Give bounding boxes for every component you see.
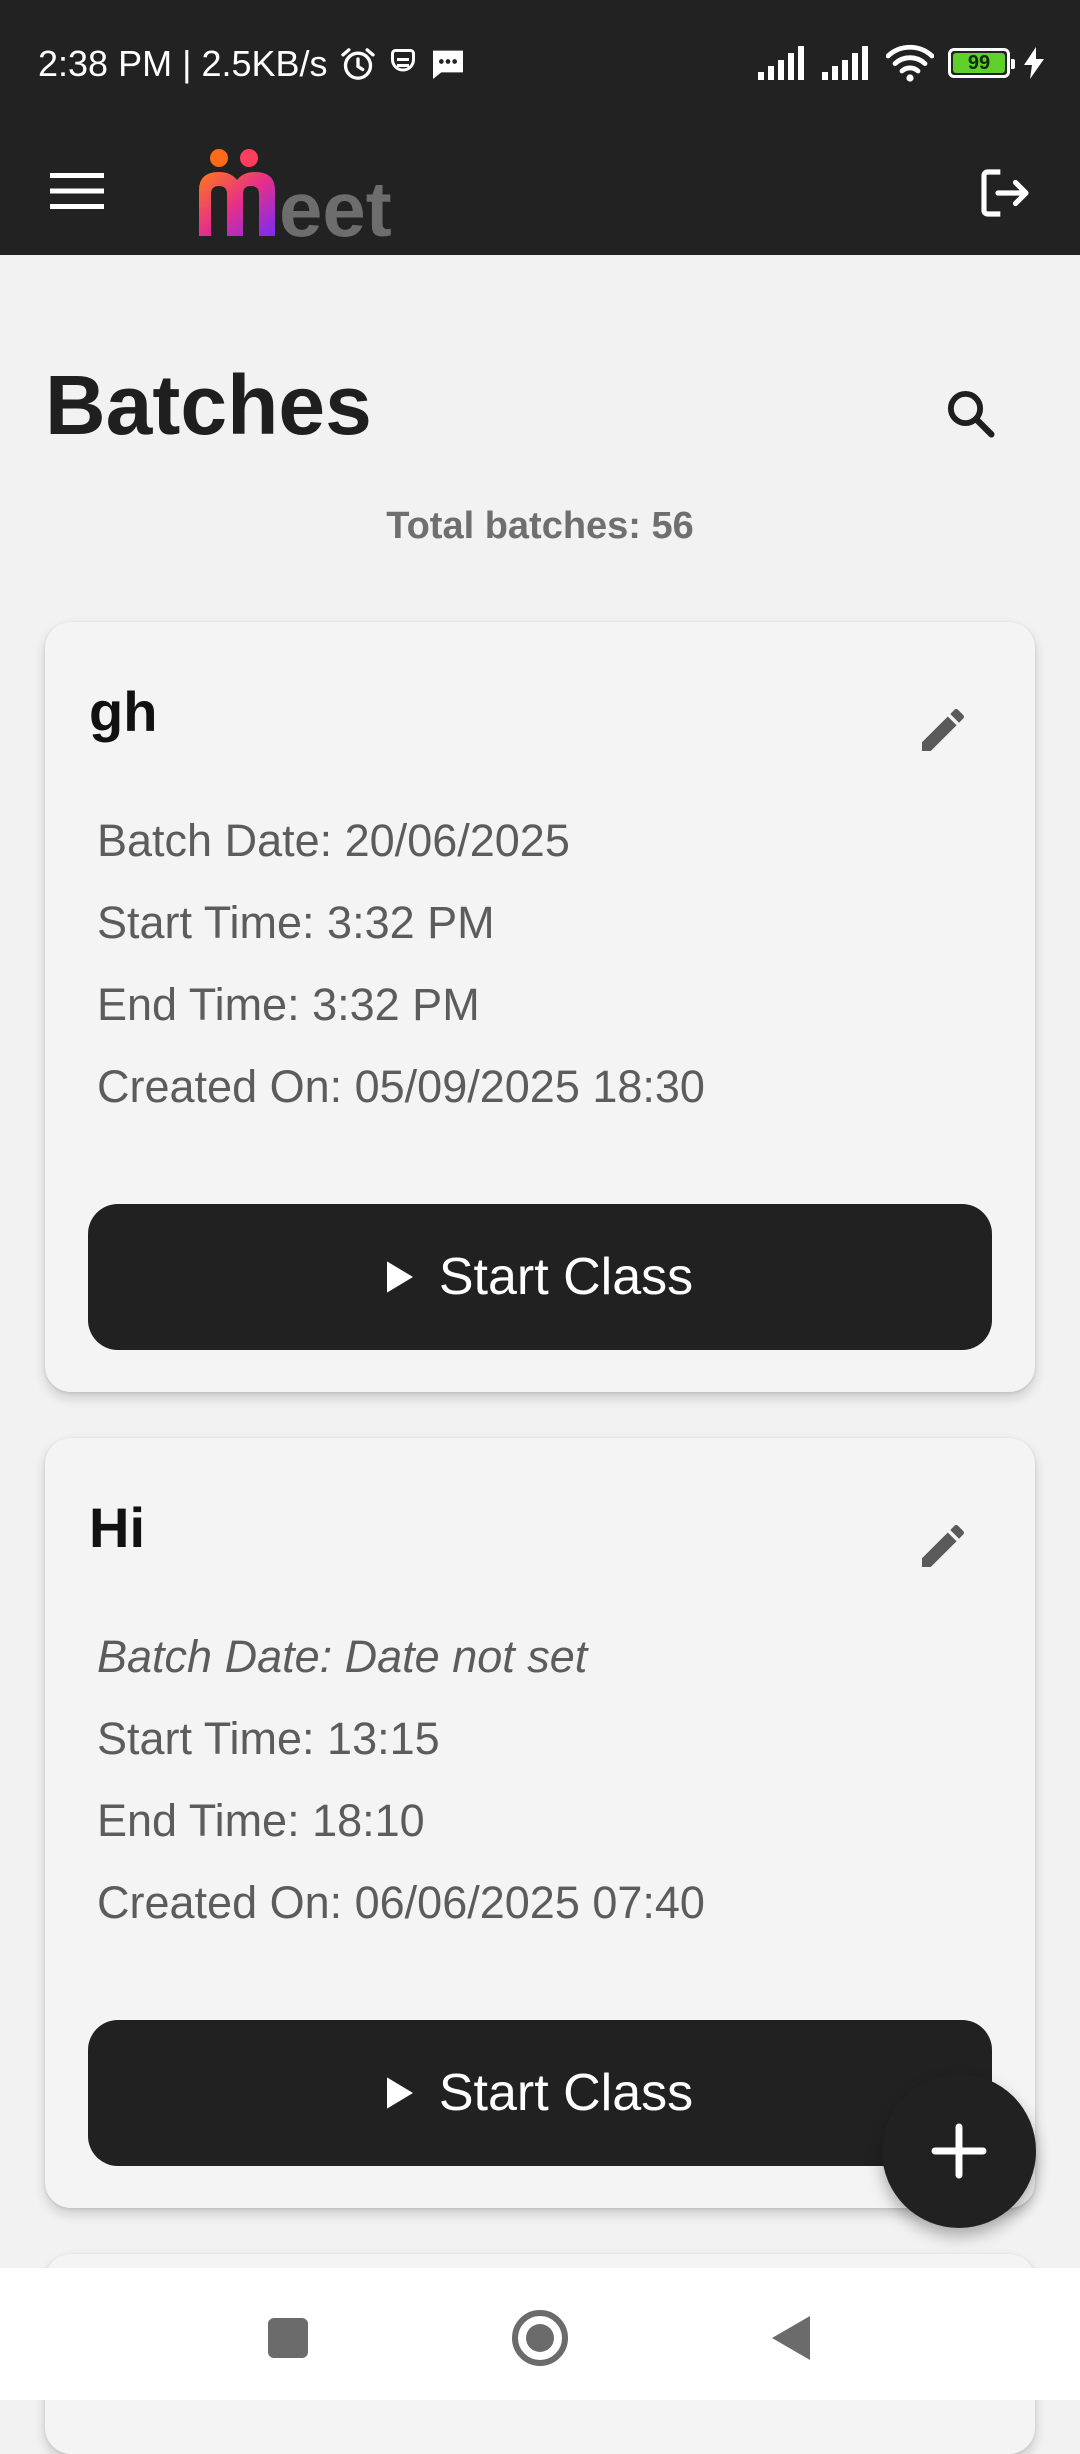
add-batch-button[interactable]: [882, 2074, 1036, 2228]
sim-notification-icon: [390, 49, 415, 72]
batch-date: Batch Date: 20/06/2025: [97, 815, 570, 866]
start-time: Start Time: 13:15: [97, 1713, 440, 1764]
app-bar: eet: [0, 128, 1080, 255]
square-icon: [268, 2318, 308, 2358]
recents-button[interactable]: [248, 2298, 328, 2378]
status-separator: |: [182, 43, 192, 84]
circle-icon: [512, 2310, 568, 2366]
pencil-icon: [922, 1524, 965, 1567]
menu-button[interactable]: [30, 156, 124, 226]
top-bar: 2:38 PM | 2.5KB/s 99 eet: [0, 0, 1080, 255]
charging-icon: [1024, 47, 1044, 79]
page-title: Batches: [45, 358, 372, 452]
signal-icon: [758, 46, 804, 80]
battery-percent: 99: [967, 51, 991, 74]
navigation-bar: [0, 2268, 1080, 2400]
logout-icon: [981, 169, 1029, 217]
status-left: 2:38 PM | 2.5KB/s: [38, 44, 468, 84]
alarm-icon: [340, 48, 375, 80]
batch-name: Hi: [89, 1496, 145, 1559]
meet-logo: eet: [199, 149, 392, 248]
edit-batch-button[interactable]: [895, 1498, 991, 1594]
end-time: End Time: 3:32 PM: [97, 979, 480, 1030]
message-icon: [432, 50, 463, 79]
wifi-icon: [886, 44, 934, 82]
menu-icon: [50, 173, 104, 209]
created-on: Created On: 05/09/2025 18:30: [97, 1061, 705, 1112]
batch-card: Hi Batch Date: Date not set Start Time: …: [45, 1438, 1035, 2208]
start-class-label: Start Class: [438, 2064, 694, 2122]
batch-card: gh Batch Date: 20/06/2025 Start Time: 3:…: [45, 622, 1035, 1392]
batch-name: gh: [89, 680, 158, 743]
svg-text:eet: eet: [279, 165, 392, 248]
created-on: Created On: 06/06/2025 07:40: [97, 1877, 705, 1928]
batch-details: Batch Date: Date not set Start Time: 13:…: [97, 1616, 705, 1944]
batch-date: Batch Date: Date not set: [97, 1631, 588, 1682]
total-batches: Total batches: 56: [386, 505, 694, 547]
edit-batch-button[interactable]: [895, 682, 991, 778]
pencil-icon: [922, 708, 965, 751]
back-button[interactable]: [750, 2298, 830, 2378]
play-icon: [386, 1261, 413, 1293]
back-triangle-icon: [772, 2316, 810, 2360]
home-button[interactable]: [500, 2298, 580, 2378]
start-class-label: Start Class: [438, 1248, 694, 1306]
start-class-button[interactable]: Start Class: [88, 1204, 992, 1350]
plus-icon: [931, 2123, 987, 2179]
status-right: 99: [758, 44, 1044, 82]
search-icon: [947, 390, 995, 438]
search-button[interactable]: [922, 365, 1018, 461]
status-time: 2:38 PM: [38, 43, 173, 84]
signal-icon: [822, 46, 868, 80]
status-bar: 2:38 PM | 2.5KB/s 99: [0, 0, 1080, 128]
batch-details: Batch Date: 20/06/2025 Start Time: 3:32 …: [97, 800, 705, 1128]
logout-button[interactable]: [960, 148, 1050, 238]
status-net-speed: 2.5KB/s: [201, 43, 328, 84]
end-time: End Time: 18:10: [97, 1795, 425, 1846]
start-class-button[interactable]: Start Class: [88, 2020, 992, 2166]
start-time: Start Time: 3:32 PM: [97, 897, 495, 948]
battery-icon: 99: [948, 48, 1015, 78]
play-icon: [386, 2077, 413, 2109]
